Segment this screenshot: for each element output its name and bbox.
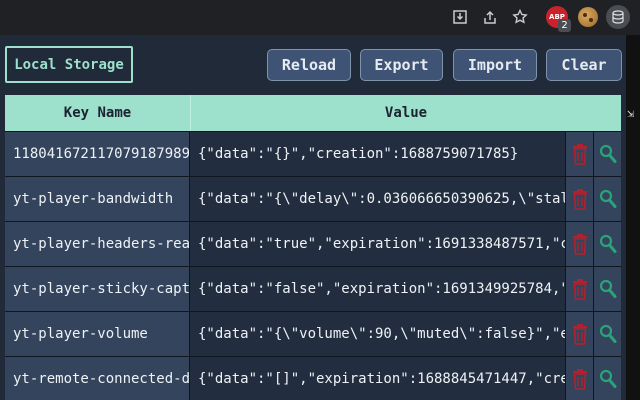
search-icon[interactable] xyxy=(593,222,621,266)
row-value[interactable]: {"data":"{\"delay\":0.036066650390625,\"… xyxy=(191,177,565,221)
delete-icon[interactable] xyxy=(565,177,593,221)
table-row: yt-player-volume {"data":"{\"volume\":90,… xyxy=(5,311,621,356)
search-icon[interactable] xyxy=(593,267,621,311)
browser-toolbar: ABP 2 xyxy=(0,0,640,35)
storage-table: Key Name Value 118041672117079187989 {"da… xyxy=(5,95,621,400)
extension-count-badge: 2 xyxy=(558,19,571,32)
row-value[interactable]: {"data":"{}","creation":1688759071785} xyxy=(191,132,565,176)
clear-button[interactable]: Clear xyxy=(546,49,622,81)
row-key[interactable]: yt-player-sticky-capt xyxy=(5,267,190,311)
cookie-extension-icon[interactable] xyxy=(578,7,598,27)
window-edge xyxy=(626,35,640,400)
search-icon[interactable] xyxy=(593,357,621,400)
column-header-value: Value xyxy=(384,105,428,121)
delete-icon[interactable] xyxy=(565,357,593,400)
row-value[interactable]: {"data":"[]","expiration":1688845471447,… xyxy=(191,357,565,400)
row-key[interactable]: 118041672117079187989 xyxy=(5,132,190,176)
table-row: yt-player-sticky-capt {"data":"false","ex… xyxy=(5,266,621,311)
table-row: yt-remote-connected-d {"data":"[]","expir… xyxy=(5,356,621,400)
import-button[interactable]: Import xyxy=(453,49,537,81)
delete-icon[interactable] xyxy=(565,267,593,311)
share-icon[interactable] xyxy=(480,7,500,27)
storage-extension-icon[interactable] xyxy=(606,5,630,29)
row-key[interactable]: yt-player-headers-rea xyxy=(5,222,190,266)
reload-button[interactable]: Reload xyxy=(267,49,351,81)
delete-icon[interactable] xyxy=(565,132,593,176)
table-row: yt-player-bandwidth {"data":"{\"delay\":0… xyxy=(5,176,621,221)
row-key[interactable]: yt-player-bandwidth xyxy=(5,177,190,221)
resize-handle-icon[interactable]: ⇲ xyxy=(627,106,634,120)
bookmark-star-icon[interactable] xyxy=(510,7,530,27)
export-button[interactable]: Export xyxy=(360,49,443,81)
delete-icon[interactable] xyxy=(565,312,593,356)
page-title: Local Storage xyxy=(5,46,133,83)
table-header: Key Name Value xyxy=(5,95,621,131)
row-value[interactable]: {"data":"true","expiration":169133848757… xyxy=(191,222,565,266)
table-row: 118041672117079187989 {"data":"{}","creat… xyxy=(5,131,621,176)
search-icon[interactable] xyxy=(593,312,621,356)
table-row: yt-player-headers-rea {"data":"true","exp… xyxy=(5,221,621,266)
search-icon[interactable] xyxy=(593,177,621,221)
column-header-key: Key Name xyxy=(63,105,132,121)
row-value[interactable]: {"data":"false","expiration":16913499257… xyxy=(191,267,565,311)
search-icon[interactable] xyxy=(593,132,621,176)
delete-icon[interactable] xyxy=(565,222,593,266)
install-icon[interactable] xyxy=(450,7,470,27)
storage-popup: Local Storage Reload Export Import Clear… xyxy=(0,35,626,400)
row-value[interactable]: {"data":"{\"volume\":90,\"muted\":false}… xyxy=(191,312,565,356)
row-key[interactable]: yt-player-volume xyxy=(5,312,190,356)
row-key[interactable]: yt-remote-connected-d xyxy=(5,357,190,400)
